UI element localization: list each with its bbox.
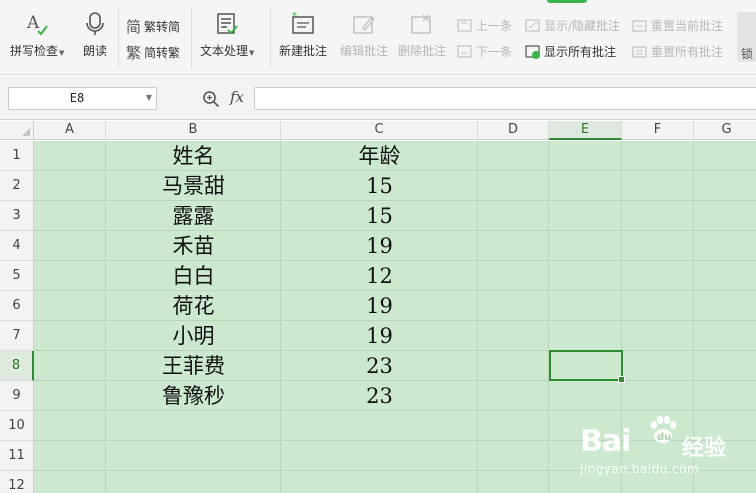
prev-comment-icon <box>457 18 473 34</box>
row-header-9[interactable]: 9 <box>0 381 34 411</box>
text-processing-icon <box>214 10 240 38</box>
cell-b2[interactable]: 马景甜 <box>106 171 281 201</box>
cell-c2[interactable]: 15 <box>281 171 478 201</box>
read-aloud-button[interactable]: 朗读 <box>82 10 108 59</box>
name-box[interactable]: E8 ▼ <box>8 87 157 110</box>
separator <box>270 8 271 68</box>
row-header-7[interactable]: 7 <box>0 321 34 351</box>
row-header-3[interactable]: 3 <box>0 201 34 231</box>
select-all-corner[interactable] <box>0 121 34 140</box>
next-comment-icon <box>457 44 473 60</box>
row-header-4[interactable]: 4 <box>0 231 34 261</box>
reset-current-comment-button[interactable]: 重置当前批注 <box>632 17 723 34</box>
paw-icon: du <box>650 416 677 443</box>
selected-cell-e8[interactable] <box>549 350 625 383</box>
reset-all-comments-button[interactable]: 重置所有批注 <box>632 43 723 60</box>
new-comment-icon: * <box>290 10 316 38</box>
tab-indicator <box>547 0 587 3</box>
column-header-e[interactable]: E <box>549 121 622 140</box>
reset-all-comments-icon <box>632 44 648 60</box>
show-all-comments-icon <box>525 44 541 60</box>
column-header-g[interactable]: G <box>694 121 756 140</box>
chevron-down-icon[interactable]: ▼ <box>146 93 152 102</box>
cell-c6[interactable]: 19 <box>281 291 478 321</box>
cell-b9[interactable]: 鲁豫秒 <box>106 381 281 411</box>
row-header-8[interactable]: 8 <box>0 351 34 381</box>
row-header-2[interactable]: 2 <box>0 171 34 201</box>
row-header-10[interactable]: 10 <box>0 411 34 441</box>
spell-check-icon: A <box>24 10 50 38</box>
spell-check-button[interactable]: A 拼写检查▼ <box>10 10 64 59</box>
cell-b1[interactable]: 姓名 <box>106 141 281 171</box>
cell-b6[interactable]: 荷花 <box>106 291 281 321</box>
edit-comment-icon <box>351 10 377 38</box>
column-header-b[interactable]: B <box>106 121 281 140</box>
zoom-icon[interactable] <box>202 90 220 108</box>
row-header-11[interactable]: 11 <box>0 441 34 471</box>
delete-comment-button[interactable]: 删除批注 <box>398 10 446 59</box>
column-header-f[interactable]: F <box>622 121 694 140</box>
separator <box>118 8 119 68</box>
cell-c4[interactable]: 19 <box>281 231 478 261</box>
ribbon-toolbar: A 拼写检查▼ 朗读 简 繁转简 繁 简转繁 文本处理▼ * 新建批注 编辑批注… <box>0 0 756 75</box>
cell-c3[interactable]: 15 <box>281 201 478 231</box>
column-header-c[interactable]: C <box>281 121 478 140</box>
cell-c5[interactable]: 12 <box>281 261 478 291</box>
edit-comment-button[interactable]: 编辑批注 <box>340 10 388 59</box>
cell-b8[interactable]: 王菲费 <box>106 351 281 381</box>
fx-icon[interactable]: fx <box>230 88 244 106</box>
svg-text:*: * <box>292 11 297 22</box>
formula-bar: E8 ▼ fx <box>0 76 756 120</box>
cell-b5[interactable]: 白白 <box>106 261 281 291</box>
trad-to-simp-icon: 简 <box>126 18 142 36</box>
microphone-icon <box>82 10 108 38</box>
row-header-5[interactable]: 5 <box>0 261 34 291</box>
row-header-12[interactable]: 12 <box>0 471 34 493</box>
cell-grid[interactable]: 姓名 年龄 马景甜 15 露露 15 禾苗 19 白白 12 荷花 19 小明 19 王菲费 23 鲁豫秒 23 … <box>34 141 756 493</box>
prev-comment-button[interactable]: 上一条 <box>457 17 512 34</box>
delete-comment-icon <box>409 10 435 38</box>
show-all-comments-button[interactable]: 显示所有批注 <box>525 43 616 60</box>
cell-c7[interactable]: 19 <box>281 321 478 351</box>
cell-c8[interactable]: 23 <box>281 351 478 381</box>
new-comment-button[interactable]: * 新建批注 <box>279 10 327 59</box>
row-header-1[interactable]: 1 <box>0 141 34 171</box>
simp-to-trad-icon: 繁 <box>126 44 142 62</box>
separator <box>191 8 192 68</box>
cell-b4[interactable]: 禾苗 <box>106 231 281 261</box>
svg-text:du: du <box>657 432 671 443</box>
show-hide-comment-button[interactable]: 显示/隐藏批注 <box>525 17 620 34</box>
simp-to-trad-button[interactable]: 繁 简转繁 <box>126 42 180 63</box>
svg-text:A: A <box>26 13 40 33</box>
row-header-6[interactable]: 6 <box>0 291 34 321</box>
lock-button[interactable]: 锁 <box>737 12 756 62</box>
trad-to-simp-button[interactable]: 简 繁转简 <box>126 16 180 37</box>
cell-b7[interactable]: 小明 <box>106 321 281 351</box>
column-header-d[interactable]: D <box>478 121 549 140</box>
show-hide-comment-icon <box>525 18 541 34</box>
cell-c9[interactable]: 23 <box>281 381 478 411</box>
cell-b3[interactable]: 露露 <box>106 201 281 231</box>
next-comment-button[interactable]: 下一条 <box>457 43 512 60</box>
baidu-jingyan-watermark: Bai du 经验 jingyan.baidu.com <box>580 404 750 484</box>
text-processing-button[interactable]: 文本处理▼ <box>200 10 254 59</box>
reset-current-comment-icon <box>632 18 648 34</box>
formula-input[interactable] <box>254 87 756 110</box>
cell-c1[interactable]: 年龄 <box>281 141 478 171</box>
column-header-a[interactable]: A <box>34 121 106 140</box>
